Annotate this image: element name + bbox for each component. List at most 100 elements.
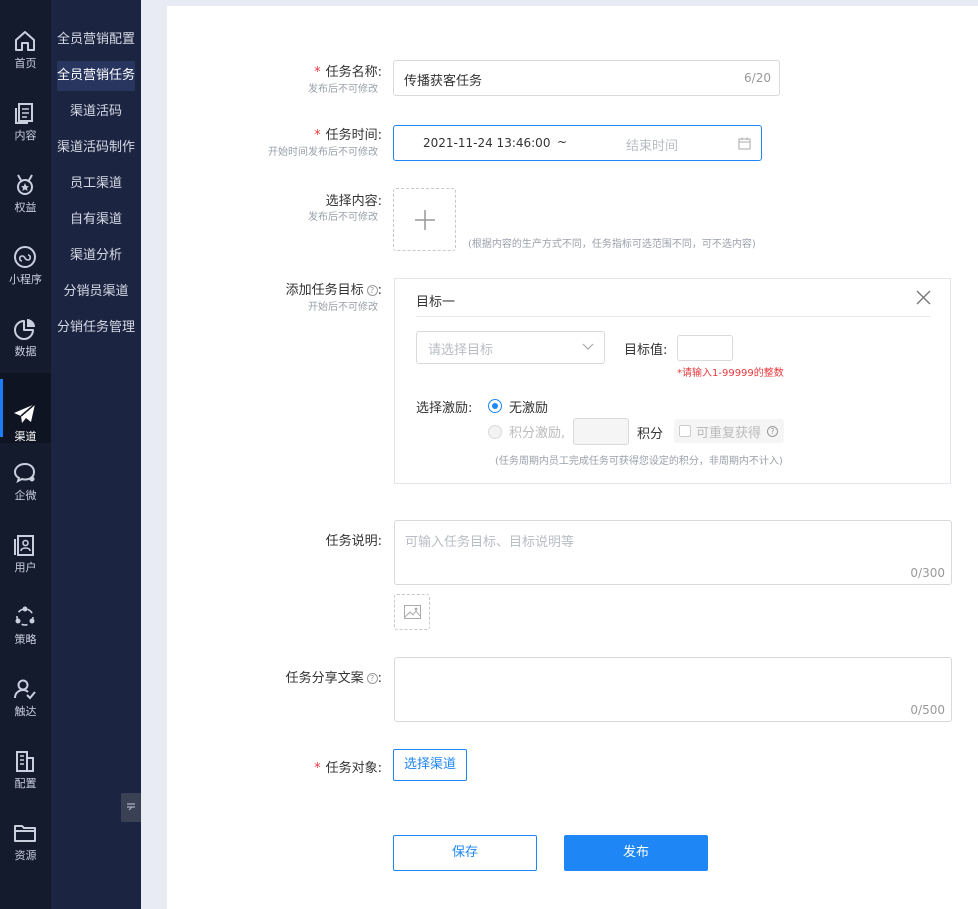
incentive-note: (任务周期内员工完成任务可获得您设定的积分，非周期内不计入) bbox=[495, 456, 783, 467]
end-time-placeholder[interactable]: 结束时间 bbox=[626, 135, 678, 154]
goal-card-divider bbox=[416, 316, 930, 317]
rail-item-wecom[interactable]: 企微 bbox=[0, 432, 51, 502]
content-note: (根据内容的生产方式不同，任务指标可选范围不同，可不选内容) bbox=[468, 239, 756, 250]
image-icon bbox=[404, 605, 421, 619]
desc-label: 任务说明: bbox=[325, 534, 382, 549]
rail-item-user[interactable]: 用户 bbox=[0, 504, 51, 574]
rail-item-strategy[interactable]: 策略 bbox=[0, 576, 51, 646]
user-card-icon bbox=[14, 535, 34, 556]
icon-rail: 首页 内容 权益 小程序 数据 渠道 企微 用户 策略 触达 配置 资源 bbox=[0, 0, 51, 909]
folder-icon bbox=[14, 825, 36, 842]
desc-placeholder: 可输入任务目标、目标说明等 bbox=[405, 535, 575, 550]
rail-label: 数据 bbox=[14, 345, 37, 358]
rail-label: 首页 bbox=[14, 57, 37, 70]
target-value-input[interactable] bbox=[677, 335, 733, 361]
content-hint: 发布后不可修改 bbox=[308, 212, 378, 223]
building-icon bbox=[16, 751, 34, 772]
share-count: 0/500 bbox=[910, 703, 945, 717]
target-value-label: 目标值: bbox=[624, 343, 668, 358]
submenu-item[interactable]: 渠道分析 bbox=[51, 241, 141, 271]
pie-chart-icon bbox=[14, 319, 35, 340]
rail-item-reach[interactable]: 触达 bbox=[0, 648, 51, 718]
content-upload-box[interactable] bbox=[393, 188, 456, 251]
desc-textarea[interactable]: 可输入任务目标、目标说明等 0/300 bbox=[394, 520, 952, 585]
wechat-work-icon bbox=[13, 462, 36, 483]
repeat-label: 可重复获得 bbox=[696, 426, 762, 441]
submenu-item[interactable]: 员工渠道 bbox=[51, 169, 141, 199]
save-button[interactable]: 保存 bbox=[393, 835, 537, 871]
content-icon bbox=[15, 103, 33, 124]
repeat-checkbox[interactable] bbox=[679, 425, 691, 437]
share-label: 任务分享文案?: bbox=[285, 671, 382, 686]
start-time-value[interactable]: 2021-11-24 13:46:00 bbox=[423, 136, 550, 150]
goal-card-title: 目标一 bbox=[416, 295, 456, 310]
submenu-item-active[interactable]: 全员营销任务 bbox=[57, 61, 135, 91]
medal-icon bbox=[17, 174, 33, 195]
rail-label: 触达 bbox=[14, 705, 37, 718]
rail-item-miniprogram[interactable]: 小程序 bbox=[0, 216, 51, 286]
submenu-item[interactable]: 分销员渠道 bbox=[51, 277, 141, 307]
collapse-menu-button[interactable] bbox=[121, 793, 141, 822]
calendar-icon[interactable] bbox=[738, 137, 751, 150]
option-points-incentive[interactable]: 积分激励, bbox=[509, 422, 565, 441]
reach-icon bbox=[14, 679, 36, 700]
rail-label: 权益 bbox=[14, 201, 37, 214]
chevron-down-icon bbox=[582, 343, 594, 350]
close-icon[interactable] bbox=[916, 290, 931, 305]
submenu-item[interactable]: 全员营销配置 bbox=[51, 25, 141, 55]
submenu-item[interactable]: 渠道活码制作 bbox=[51, 133, 141, 163]
rail-label: 配置 bbox=[14, 777, 37, 790]
radio-points-incentive[interactable] bbox=[488, 425, 502, 439]
task-time-range-picker[interactable]: 2021-11-24 13:46:00 ~ 结束时间 bbox=[393, 125, 762, 161]
rail-item-config[interactable]: 配置 bbox=[0, 720, 51, 790]
task-time-label: * 任务时间: bbox=[314, 128, 382, 143]
target-label: * 任务对象: bbox=[314, 761, 382, 776]
task-name-value: 传播获客任务 bbox=[404, 74, 483, 89]
rail-label: 企微 bbox=[14, 489, 37, 502]
desc-count: 0/300 bbox=[910, 566, 945, 580]
submenu-item[interactable]: 渠道活码 bbox=[51, 97, 141, 127]
task-name-label: * 任务名称: bbox=[314, 65, 382, 80]
strategy-icon bbox=[15, 606, 35, 626]
goal-label: 添加任务目标?: bbox=[285, 283, 382, 298]
rail-item-rights[interactable]: 权益 bbox=[0, 144, 51, 214]
submenu-item[interactable]: 分销任务管理 bbox=[51, 313, 141, 343]
help-icon[interactable]: ? bbox=[366, 673, 378, 684]
radio-no-incentive[interactable] bbox=[488, 399, 502, 413]
points-input[interactable] bbox=[573, 418, 629, 445]
rail-item-resource[interactable]: 资源 bbox=[0, 792, 51, 862]
rail-item-content[interactable]: 内容 bbox=[0, 72, 51, 142]
goal-select[interactable]: 请选择目标 bbox=[416, 331, 605, 364]
rail-label: 小程序 bbox=[9, 273, 42, 286]
target-value-error: *请输入1-99999的整数 bbox=[677, 368, 784, 379]
option-no-incentive[interactable]: 无激励 bbox=[509, 397, 548, 416]
publish-button[interactable]: 发布 bbox=[564, 835, 708, 871]
task-name-input[interactable]: 传播获客任务 6/20 bbox=[393, 60, 780, 96]
rail-label: 用户 bbox=[14, 561, 37, 574]
image-upload-button[interactable] bbox=[394, 594, 430, 630]
goal-select-placeholder: 请选择目标 bbox=[428, 343, 494, 358]
task-name-hint: 发布后不可修改 bbox=[308, 84, 378, 95]
submenu-item[interactable]: 自有渠道 bbox=[51, 205, 141, 235]
rail-label: 策略 bbox=[14, 633, 37, 646]
share-textarea[interactable]: 0/500 bbox=[394, 657, 952, 722]
task-time-hint: 开始时间发布后不可修改 bbox=[268, 147, 378, 158]
repeat-checkbox-group[interactable]: 可重复获得 ? bbox=[674, 419, 784, 443]
content-label: 选择内容: bbox=[325, 194, 382, 209]
goal-hint: 开始后不可修改 bbox=[308, 302, 378, 313]
radio-dot bbox=[492, 403, 498, 409]
rail-label: 内容 bbox=[14, 129, 37, 142]
select-channel-button[interactable]: 选择渠道 bbox=[393, 749, 467, 781]
home-icon bbox=[15, 31, 35, 51]
help-icon[interactable]: ? bbox=[366, 285, 378, 296]
main-panel: * 任务名称: 发布后不可修改 传播获客任务 6/20 * 任务时间: 开始时间发布… bbox=[167, 6, 978, 909]
rail-label: 资源 bbox=[14, 849, 37, 862]
points-unit: 积分 bbox=[637, 427, 664, 442]
plus-icon bbox=[415, 210, 435, 230]
paper-plane-icon bbox=[14, 403, 36, 423]
collapse-arrow-icon bbox=[127, 803, 135, 811]
rail-item-home[interactable]: 首页 bbox=[0, 0, 51, 70]
help-icon[interactable]: ? bbox=[767, 426, 778, 437]
goal-card: 目标一 请选择目标 目标值: *请输入1-99999的整数 选择激励: 无激励 … bbox=[394, 278, 951, 484]
rail-item-data[interactable]: 数据 bbox=[0, 288, 51, 358]
